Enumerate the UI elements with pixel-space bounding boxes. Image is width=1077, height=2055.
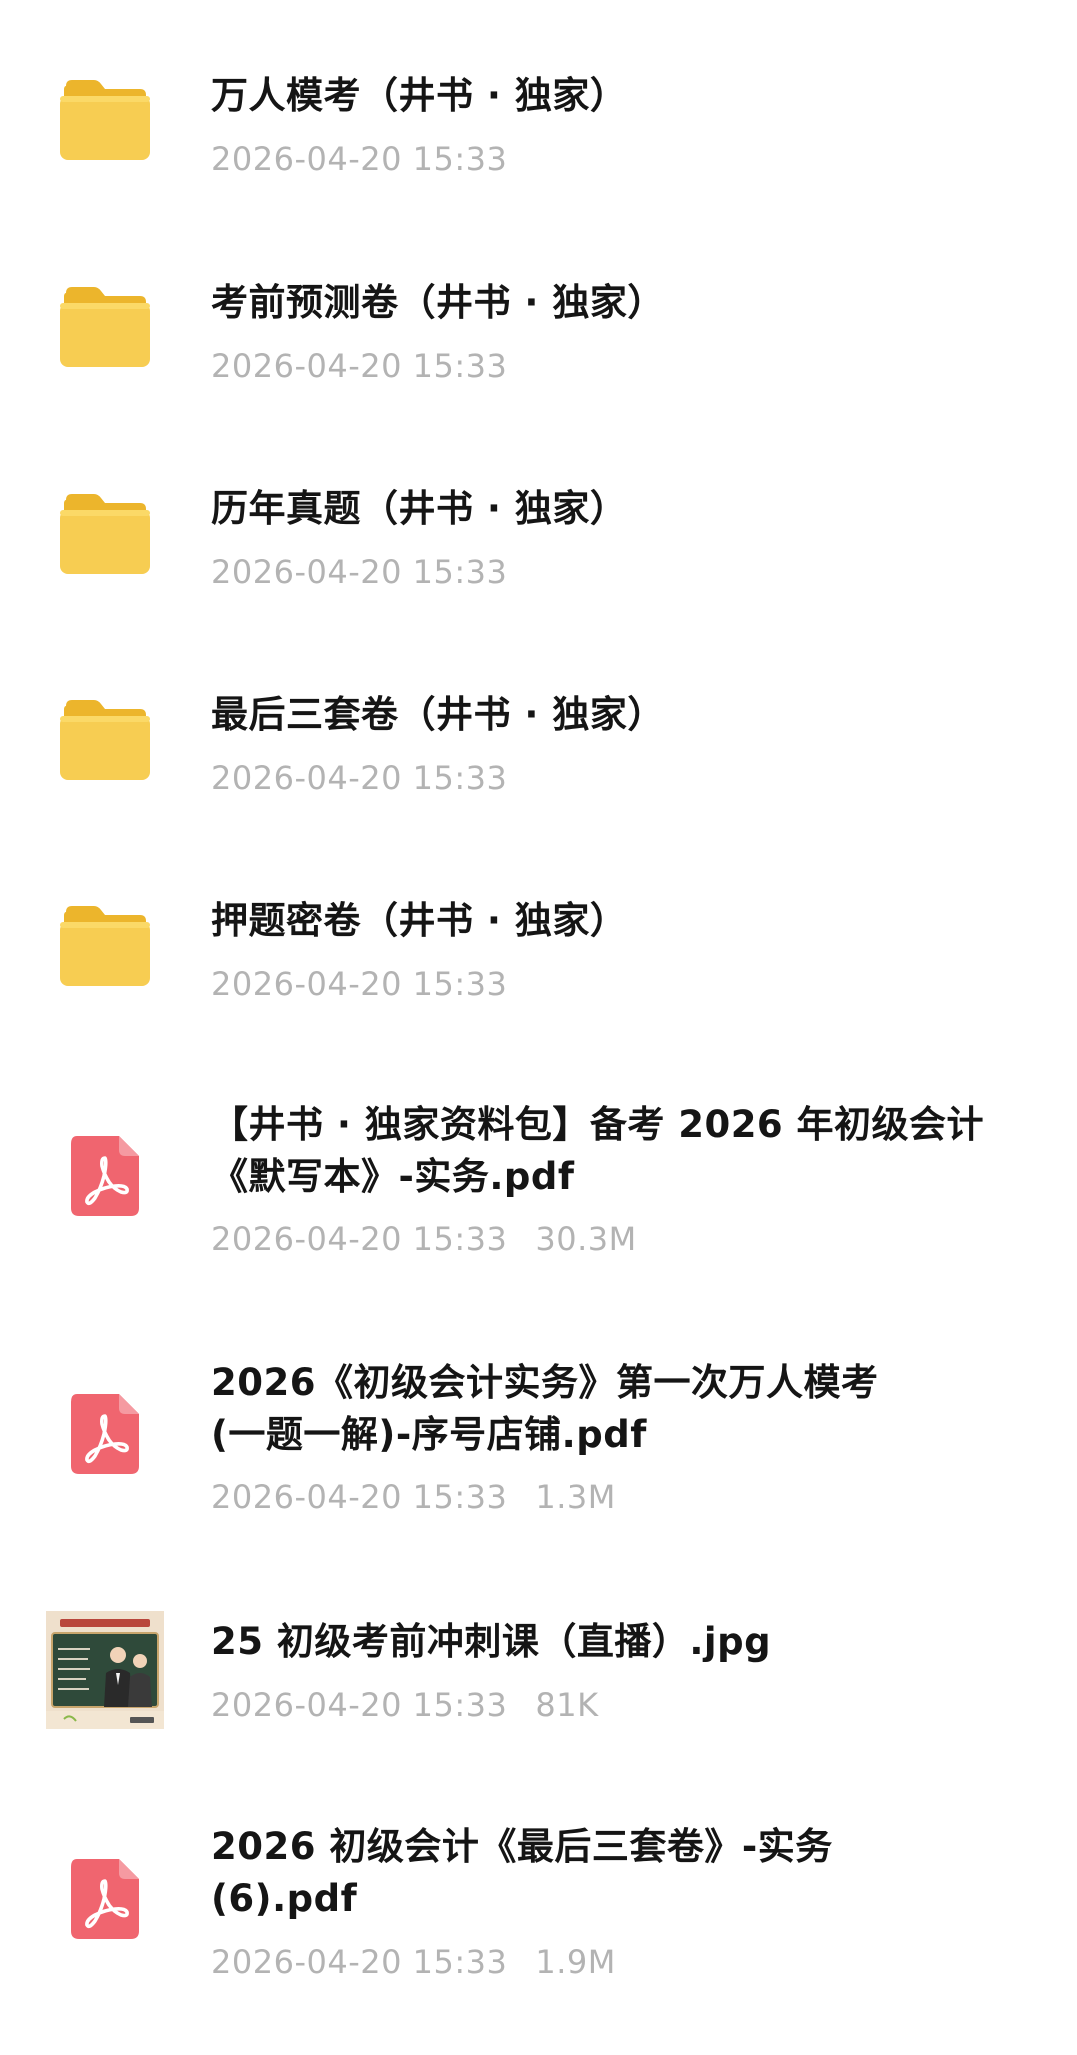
file-meta: 2026-04-20 15:33 1.9M <box>211 1942 616 1982</box>
file-item-pdf[interactable]: 2026《初级会计实务》第一次万人模考 (一题一解)-序号店铺.pdf 2026… <box>0 1338 1077 1596</box>
file-item-folder[interactable]: 押题密卷（井书 · 独家） 2026-04-20 15:33 <box>0 824 1077 1030</box>
file-meta: 2026-04-20 15:33 <box>211 964 507 1004</box>
file-meta: 2026-04-20 15:33 81K <box>211 1685 599 1725</box>
file-item-image[interactable]: 25 初级考前冲刺课（直播）.jpg 2026-04-20 15:33 81K <box>0 1596 1077 1802</box>
file-date: 2026-04-20 15:33 <box>211 347 508 385</box>
folder-icon <box>60 906 150 986</box>
file-name: 考前预测卷（井书 · 独家） <box>211 281 665 324</box>
file-item-folder[interactable]: 考前预测卷（井书 · 独家） 2026-04-20 15:33 <box>0 206 1077 412</box>
file-item-folder[interactable]: 万人模考（井书 · 独家） 2026-04-20 15:33 <box>0 0 1077 206</box>
file-name: 2026 初级会计《最后三套卷》-实务 (6).pdf <box>211 1825 833 1920</box>
file-name: 最后三套卷（井书 · 独家） <box>211 693 665 736</box>
file-meta: 2026-04-20 15:33 <box>211 346 507 386</box>
file-date: 2026-04-20 15:33 <box>211 1686 508 1724</box>
file-date: 2026-04-20 15:33 <box>211 1943 508 1981</box>
file-meta: 2026-04-20 15:33 <box>211 758 507 798</box>
folder-icon <box>60 287 150 367</box>
file-date: 2026-04-20 15:33 <box>211 1220 508 1258</box>
file-date: 2026-04-20 15:33 <box>211 1478 508 1516</box>
file-name: 【井书 · 独家资料包】备考 2026 年初级会计 《默写本》-实务.pdf <box>211 1103 985 1198</box>
file-size: 1.3M <box>535 1478 616 1516</box>
file-name: 押题密卷（井书 · 独家） <box>211 899 628 942</box>
file-size: 30.3M <box>535 1220 637 1258</box>
folder-icon <box>60 80 150 160</box>
file-meta: 2026-04-20 15:33 <box>211 139 507 179</box>
file-list: 万人模考（井书 · 独家） 2026-04-20 15:33 考前预测卷（井书 … <box>0 0 1077 2055</box>
file-item-folder[interactable]: 历年真题（井书 · 独家） 2026-04-20 15:33 <box>0 412 1077 618</box>
file-name: 25 初级考前冲刺课（直播）.jpg <box>211 1620 772 1663</box>
file-name: 2026《初级会计实务》第一次万人模考 (一题一解)-序号店铺.pdf <box>211 1361 879 1456</box>
file-date: 2026-04-20 15:33 <box>211 759 508 797</box>
image-thumbnail-icon <box>46 1611 164 1729</box>
file-size: 1.9M <box>535 1943 616 1981</box>
file-size: 81K <box>535 1686 599 1724</box>
file-meta: 2026-04-20 15:33 1.3M <box>211 1477 616 1517</box>
file-meta: 2026-04-20 15:33 <box>211 552 507 592</box>
folder-icon <box>60 700 150 780</box>
file-date: 2026-04-20 15:33 <box>211 140 508 178</box>
pdf-icon <box>71 1136 139 1216</box>
file-item-pdf[interactable]: 2026 初级会计《最后三套卷》-实务 (6).pdf 2026-04-20 1… <box>0 1802 1077 2055</box>
file-date: 2026-04-20 15:33 <box>211 553 508 591</box>
pdf-icon <box>71 1394 139 1474</box>
file-item-pdf[interactable]: 【井书 · 独家资料包】备考 2026 年初级会计 《默写本》-实务.pdf 2… <box>0 1080 1077 1338</box>
file-date: 2026-04-20 15:33 <box>211 965 508 1003</box>
file-name: 万人模考（井书 · 独家） <box>211 74 628 117</box>
folder-icon <box>60 494 150 574</box>
pdf-icon <box>71 1859 139 1939</box>
file-name: 历年真题（井书 · 独家） <box>211 487 628 530</box>
file-item-folder[interactable]: 最后三套卷（井书 · 独家） 2026-04-20 15:33 <box>0 618 1077 824</box>
file-meta: 2026-04-20 15:33 30.3M <box>211 1219 637 1259</box>
